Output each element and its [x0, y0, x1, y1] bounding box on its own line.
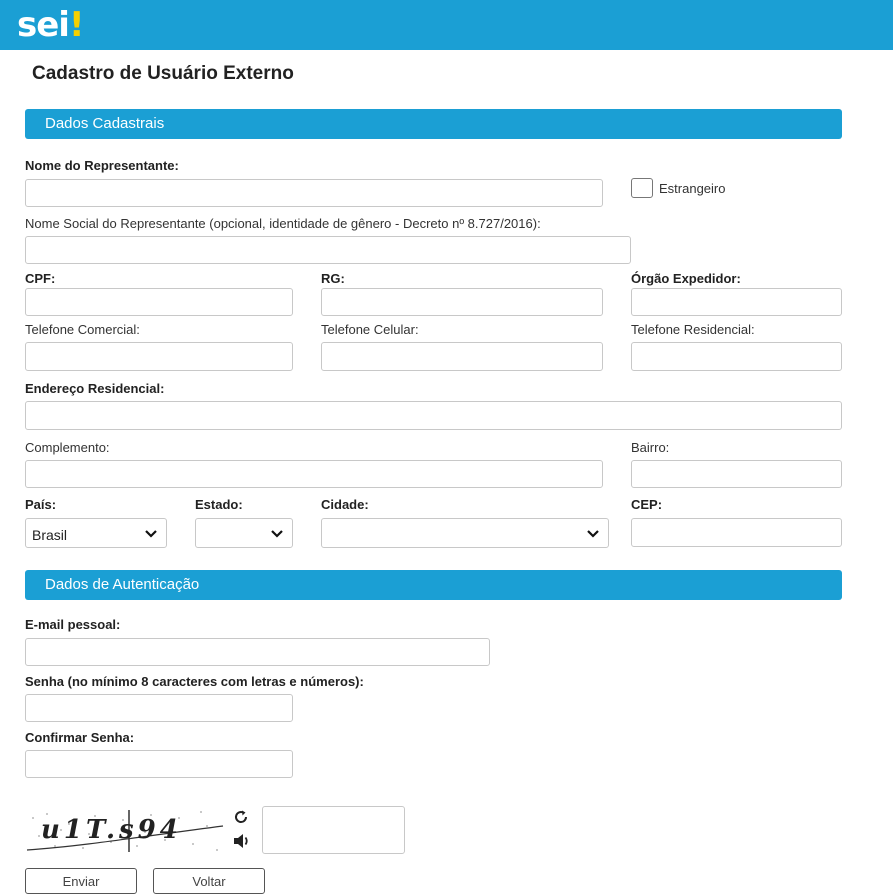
confirmar-senha-input[interactable] [25, 750, 293, 778]
captcha-text: u1T.s94 [41, 815, 182, 845]
label-cpf: CPF: [25, 271, 56, 286]
label-nome-representante: Nome do Representante: [25, 158, 179, 173]
endereco-input[interactable] [25, 401, 842, 430]
label-estado: Estado: [195, 497, 243, 512]
telefone-residencial-input[interactable] [631, 342, 842, 371]
page-title: Cadastro de Usuário Externo [32, 63, 294, 84]
cpf-input[interactable] [25, 288, 293, 316]
label-senha: Senha (no mínimo 8 caracteres com letras… [25, 674, 364, 689]
label-orgao-expedidor: Órgão Expedidor: [631, 271, 741, 286]
label-nome-social: Nome Social do Representante (opcional, … [25, 216, 541, 231]
chevron-down-icon [271, 530, 283, 538]
refresh-icon[interactable] [233, 809, 249, 825]
label-telefone-comercial: Telefone Comercial: [25, 322, 140, 337]
cep-input[interactable] [631, 518, 842, 547]
label-endereco: Endereço Residencial: [25, 381, 165, 396]
label-cidade: Cidade: [321, 497, 369, 512]
cidade-select[interactable] [321, 518, 609, 548]
label-telefone-celular: Telefone Celular: [321, 322, 419, 337]
bairro-input[interactable] [631, 460, 842, 488]
section-title: Dados Cadastrais [45, 115, 165, 132]
orgao-expedidor-input[interactable] [631, 288, 842, 316]
chevron-down-icon [587, 530, 599, 538]
section-title: Dados de Autenticação [45, 576, 200, 593]
label-bairro: Bairro: [631, 440, 670, 455]
telefone-comercial-input[interactable] [25, 342, 293, 371]
label-telefone-residencial: Telefone Residencial: [631, 322, 755, 337]
section-header-dados-cadastrais: Dados Cadastrais [25, 109, 842, 139]
label-cep: CEP: [631, 497, 663, 512]
label-confirmar-senha: Confirmar Senha: [25, 730, 135, 745]
telefone-celular-input[interactable] [321, 342, 603, 371]
captcha-image: u1T.s94 [25, 806, 225, 854]
estrangeiro-label: Estrangeiro [659, 181, 726, 196]
email-input[interactable] [25, 638, 490, 666]
estado-select[interactable] [195, 518, 293, 548]
pais-selected-value: Brasil [32, 527, 68, 543]
speaker-icon[interactable] [233, 833, 251, 849]
rg-input[interactable] [321, 288, 603, 316]
label-complemento: Complemento: [25, 440, 110, 455]
nome-social-input[interactable] [25, 236, 631, 264]
sei-logo[interactable]: sei! [17, 6, 84, 44]
enviar-button[interactable]: Enviar [25, 868, 137, 894]
nome-representante-input[interactable] [25, 179, 603, 207]
section-header-dados-autenticacao: Dados de Autenticação [25, 570, 842, 600]
top-bar: sei! [0, 0, 893, 50]
label-rg: RG: [321, 271, 345, 286]
complemento-input[interactable] [25, 460, 603, 488]
estrangeiro-checkbox[interactable] [631, 178, 653, 198]
label-email: E-mail pessoal: [25, 617, 121, 632]
pais-select[interactable]: Brasil [25, 518, 167, 548]
label-pais: País: [25, 497, 57, 512]
voltar-button[interactable]: Voltar [153, 868, 265, 894]
captcha-input[interactable] [262, 806, 405, 854]
senha-input[interactable] [25, 694, 293, 722]
chevron-down-icon [145, 530, 157, 538]
